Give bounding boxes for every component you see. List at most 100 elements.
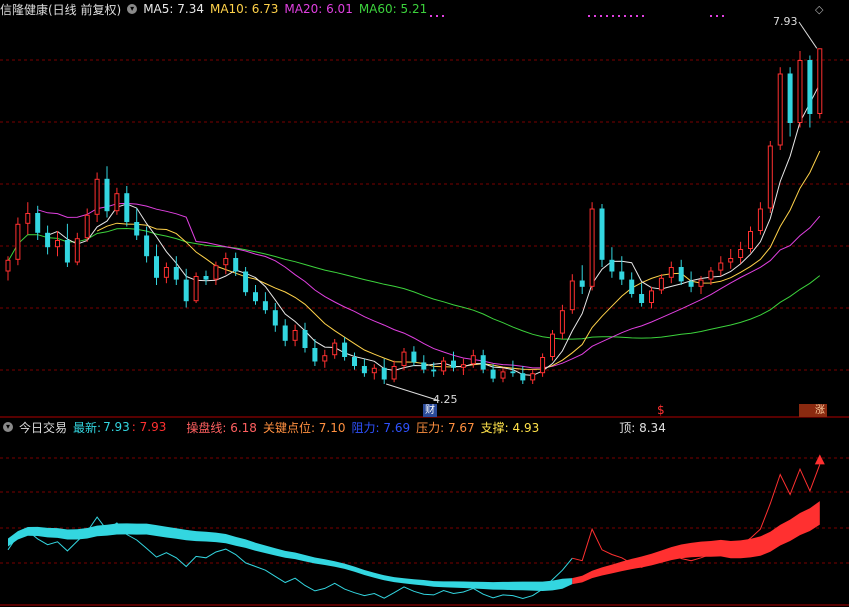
candle-body-up bbox=[797, 60, 803, 123]
ma60-legend: MA60: 5.21 bbox=[358, 2, 428, 16]
signal-dot bbox=[436, 15, 438, 17]
indicator-title[interactable]: 今日交易 bbox=[19, 419, 67, 436]
candle-body-down bbox=[173, 267, 179, 280]
candle-body-down bbox=[490, 369, 496, 379]
candle-body-down bbox=[104, 178, 110, 212]
candle-body-down bbox=[579, 280, 585, 287]
up-arrow-icon bbox=[814, 454, 825, 465]
candle-body-down bbox=[272, 310, 278, 326]
limit-up-marker[interactable]: 涨 bbox=[799, 404, 827, 417]
candle-body-down bbox=[480, 355, 486, 370]
candle-body-down bbox=[154, 256, 159, 278]
candle-body-down bbox=[807, 60, 813, 114]
resistance-value: 阻力: 7.69 bbox=[351, 420, 411, 435]
candle-body-up bbox=[589, 208, 595, 287]
candle-body-up bbox=[649, 290, 654, 303]
top-value: 顶: 8.34 bbox=[619, 420, 666, 435]
candle-body-down bbox=[203, 276, 209, 280]
sub-chart-header: ▾ 今日交易 最新: 7.93 : 7.93 操盘线: 6.18 关键点位: 7… bbox=[0, 418, 672, 436]
signal-dot bbox=[722, 15, 724, 17]
candle-body-up bbox=[292, 330, 298, 341]
ma10-legend: MA10: 6.73 bbox=[209, 2, 279, 16]
candle-body-up bbox=[15, 223, 21, 260]
candle-body-up bbox=[441, 360, 447, 372]
chevron-down-icon[interactable]: ▾ bbox=[3, 422, 13, 432]
candle-body-down bbox=[520, 373, 526, 381]
candle-body-down bbox=[381, 367, 387, 380]
signal-dot bbox=[442, 15, 444, 17]
candle-body-up bbox=[767, 145, 773, 209]
low-pointer bbox=[386, 383, 438, 401]
candle-body-up bbox=[748, 231, 753, 249]
candle-body-up bbox=[658, 277, 664, 291]
candle-body-up bbox=[738, 249, 744, 258]
signal-dot bbox=[624, 15, 626, 17]
stock-title[interactable]: 信隆健康(日线 前复权) bbox=[0, 1, 121, 18]
candle-body-up bbox=[718, 262, 724, 271]
candle-body-up bbox=[213, 265, 219, 280]
candle-body-down bbox=[144, 235, 150, 257]
signal-dot bbox=[636, 15, 638, 17]
candle-body-down bbox=[619, 271, 625, 280]
diamond-icon[interactable]: ◇ bbox=[815, 3, 823, 16]
candle-body-down bbox=[233, 258, 239, 272]
high-pointer bbox=[798, 21, 818, 49]
candle-body-down bbox=[431, 369, 437, 372]
main-chart-header: 信隆健康(日线 前复权) ▾ MA5: 7.34 MA10: 6.73 MA20… bbox=[0, 0, 433, 18]
candle-body-down bbox=[124, 193, 130, 222]
candle-body-up bbox=[371, 367, 377, 374]
signal-dot bbox=[710, 15, 712, 17]
candle-body-up bbox=[668, 267, 674, 278]
chevron-down-icon[interactable]: ▾ bbox=[127, 4, 138, 14]
candle-body-down bbox=[134, 222, 140, 236]
signal-dot bbox=[588, 15, 590, 17]
candle-body-up bbox=[55, 240, 60, 248]
high-price-label: 7.93 bbox=[773, 15, 798, 28]
ma60-line bbox=[7, 227, 821, 340]
signal-dot bbox=[606, 15, 608, 17]
latest-label: 最新: bbox=[73, 420, 102, 435]
candle-body-down bbox=[629, 279, 635, 294]
support-value: 支撑: 4.93 bbox=[480, 420, 540, 435]
candle-body-up bbox=[74, 238, 80, 263]
candle-body-down bbox=[253, 292, 258, 302]
ma20-legend: MA20: 6.01 bbox=[284, 2, 353, 16]
candle-body-up bbox=[5, 259, 11, 272]
candle-body-up bbox=[332, 342, 338, 356]
candle-body-down bbox=[45, 232, 51, 248]
candle-body-down bbox=[678, 267, 684, 282]
latest-value: 7.93 bbox=[103, 420, 130, 434]
ma5-legend: MA5: 7.34 bbox=[143, 2, 204, 16]
latest-value-red: : 7.93 bbox=[131, 420, 167, 434]
candle-body-up bbox=[25, 213, 31, 224]
kline-chart[interactable] bbox=[0, 0, 849, 607]
candle-body-down bbox=[64, 240, 70, 263]
candle-body-down bbox=[688, 281, 694, 287]
candle-body-down bbox=[342, 342, 348, 357]
candle-body-up bbox=[698, 279, 704, 287]
candle-body-down bbox=[599, 208, 605, 260]
signal-dot bbox=[594, 15, 596, 17]
candle-body-down bbox=[451, 360, 456, 368]
candle-body-up bbox=[460, 364, 466, 368]
candle-body-down bbox=[262, 301, 268, 311]
candle-body-up bbox=[193, 276, 199, 302]
candle-body-up bbox=[223, 258, 229, 266]
signal-dot bbox=[618, 15, 620, 17]
candle-body-down bbox=[510, 371, 516, 374]
candle-body-down bbox=[352, 357, 357, 366]
finance-marker[interactable]: 财 bbox=[423, 404, 437, 417]
candle-body-up bbox=[757, 208, 763, 231]
candle-body-up bbox=[94, 178, 100, 215]
candle-body-up bbox=[559, 310, 565, 334]
candle-body-up bbox=[728, 258, 734, 263]
signal-dot bbox=[642, 15, 644, 17]
candle-body-down bbox=[183, 279, 189, 302]
candle-body-down bbox=[282, 325, 288, 341]
s-marker[interactable]: $ bbox=[657, 403, 665, 417]
pressure-value: 压力: 7.67 bbox=[416, 420, 475, 435]
candle-body-down bbox=[421, 362, 427, 370]
candle-body-up bbox=[817, 48, 823, 114]
candle-body-down bbox=[787, 73, 793, 123]
candle-body-down bbox=[361, 366, 367, 374]
